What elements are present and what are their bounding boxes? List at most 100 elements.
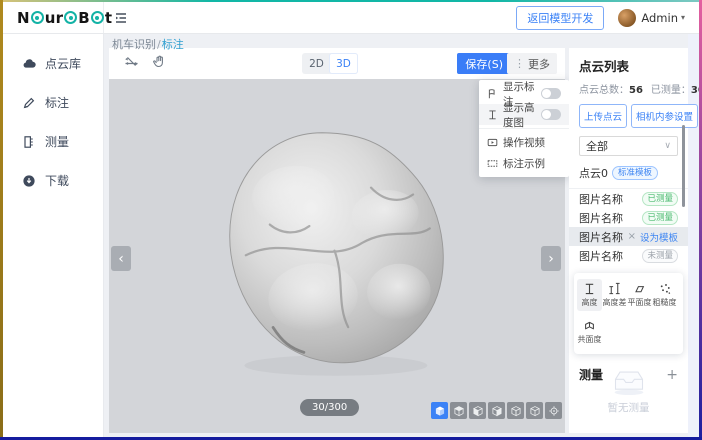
measured-badge: 已测量 — [642, 192, 678, 206]
rotate-move-icon[interactable] — [123, 54, 140, 73]
tool-height[interactable]: 高度 — [577, 279, 602, 311]
image-name: 图片名称 — [579, 210, 623, 226]
user-avatar[interactable] — [618, 9, 636, 27]
back-to-model-dev-button[interactable]: 返回模型开发 — [516, 6, 604, 30]
sidebar-item-measure[interactable]: 测量 — [3, 122, 103, 161]
menu-item-show-heightmap[interactable]: 显示高度图 — [479, 104, 569, 125]
close-icon[interactable]: × — [628, 231, 636, 242]
image-list-item[interactable]: 图片名称 未测量 — [569, 246, 688, 265]
mode-3d-button[interactable]: 3D — [330, 54, 357, 73]
view-orientation-buttons — [431, 402, 562, 419]
panel-title: 点云列表 — [579, 56, 678, 75]
image-list-item[interactable]: 图片名称 已测量 — [569, 208, 688, 227]
filter-select[interactable]: 全部 ∨ — [579, 136, 678, 156]
pagination-indicator: 30/300 — [300, 399, 359, 416]
height-icon — [583, 282, 596, 295]
measured-label: 已测量： — [651, 85, 691, 96]
prev-image-button[interactable]: ‹ — [111, 246, 131, 271]
brand-letter: t — [105, 9, 112, 27]
set-as-template-link[interactable]: 设为模板 — [640, 230, 678, 244]
menu-item-tutorial-video[interactable]: 操作视频 — [479, 132, 569, 153]
view-top-button[interactable] — [450, 402, 467, 419]
mode-2d-button[interactable]: 2D — [303, 54, 330, 73]
image-list-item[interactable]: 图片名称 已测量 — [569, 189, 688, 208]
next-image-button[interactable]: › — [541, 246, 561, 271]
pointcloud-item[interactable]: 点云0 标准模板 — [579, 165, 678, 181]
screenshot-border — [0, 0, 702, 2]
total-label: 点云总数： — [579, 85, 629, 96]
more-label: 更多 — [528, 56, 550, 72]
tool-label: 共面度 — [578, 334, 602, 345]
viewer-card: 2D 3D 保存(S) ⋮ 更多 显示标注 显示高度图 — [109, 48, 565, 433]
collapse-menu-icon[interactable] — [114, 11, 128, 25]
camera-intrinsics-button[interactable]: 相机内参设置 — [631, 104, 698, 128]
left-sidebar: 点云库 标注 测量 下载 — [3, 34, 104, 437]
user-menu[interactable]: Admin ▾ — [641, 11, 685, 25]
cloud-icon — [22, 57, 36, 71]
panel-stats: 点云总数：56 已测量：30 — [579, 81, 678, 96]
brand-letter: N — [17, 9, 30, 27]
logo-container: NurBt — [3, 2, 104, 33]
view-front-button[interactable] — [469, 402, 486, 419]
sidebar-item-label: 下载 — [45, 172, 69, 189]
view-left-button[interactable] — [526, 402, 543, 419]
view-back-button[interactable] — [507, 402, 524, 419]
breadcrumb-parent[interactable]: 机车识别 — [112, 38, 156, 51]
sidebar-item-label: 标注 — [45, 94, 69, 111]
recenter-button[interactable] — [545, 402, 562, 419]
tool-label: 粗糙度 — [653, 297, 677, 308]
height-diff-icon — [608, 282, 621, 295]
menu-item-label: 操作视频 — [503, 135, 545, 150]
tool-label: 高度差 — [603, 297, 627, 308]
screenshot-border — [0, 0, 3, 440]
gear-icon — [31, 11, 44, 24]
total-value: 56 — [629, 85, 643, 96]
sidebar-item-annotation[interactable]: 标注 — [3, 83, 103, 122]
gear-icon — [91, 11, 104, 24]
more-dots-icon: ⋮ — [514, 57, 525, 70]
download-icon — [22, 174, 36, 188]
brand-logo: NurBt — [17, 9, 112, 27]
image-name: 图片名称 — [579, 248, 623, 264]
ruler-icon — [22, 135, 36, 149]
top-header: NurBt 返回模型开发 Admin ▾ — [3, 2, 699, 34]
tool-label: 高度 — [582, 297, 598, 308]
viewer-toolbar: 2D 3D 保存(S) ⋮ 更多 — [109, 48, 565, 79]
view-right-button[interactable] — [488, 402, 505, 419]
menu-item-annotation-example[interactable]: 标注示例 — [479, 153, 569, 174]
flag-icon — [487, 88, 498, 99]
tool-coplanarity[interactable]: 共面度 — [577, 316, 602, 348]
empty-state-text: 暂无测量 — [608, 400, 650, 415]
measure-tools-popover: 高度 高度差 平面度 粗糙度 共面度 — [574, 273, 683, 354]
pointcloud-name: 点云0 — [579, 165, 608, 181]
unmeasured-badge: 未测量 — [642, 249, 678, 263]
image-list-item-selected[interactable]: 图片名称 × 设为模板 — [569, 227, 688, 246]
tool-flatness[interactable]: 平面度 — [627, 279, 652, 311]
pointcloud-list-panel: 点云列表 点云总数：56 已测量：30 上传点云 相机内参设置 全部 ∨ 点云0… — [569, 48, 688, 433]
caret-down-icon: ▾ — [681, 13, 685, 22]
breadcrumb: 机车识别/标注 — [112, 36, 184, 52]
more-dropdown-menu: 显示标注 显示高度图 操作视频 标注示例 — [479, 80, 569, 177]
tooth-3d-model — [194, 91, 474, 401]
tool-height-diff[interactable]: 高度差 — [602, 279, 627, 311]
template-badge: 标准模板 — [612, 166, 658, 180]
sidebar-item-download[interactable]: 下载 — [3, 161, 103, 200]
show-heightmap-toggle[interactable] — [541, 109, 561, 120]
sidebar-item-pointcloud-library[interactable]: 点云库 — [3, 44, 103, 83]
filter-value: 全部 — [586, 138, 608, 154]
more-button[interactable]: ⋮ 更多 — [507, 53, 557, 74]
sample-rect-icon — [487, 158, 498, 169]
flatness-icon — [633, 282, 646, 295]
tool-roughness[interactable]: 粗糙度 — [652, 279, 677, 311]
pan-hand-icon[interactable] — [152, 54, 167, 73]
view-iso-button[interactable] — [431, 402, 448, 419]
save-button[interactable]: 保存(S) — [457, 53, 511, 74]
tool-label: 平面度 — [628, 297, 652, 308]
brand-letter: ur — [45, 9, 63, 27]
username: Admin — [641, 11, 678, 25]
list-scrollbar-thumb[interactable] — [682, 125, 685, 207]
view-mode-toggle: 2D 3D — [302, 53, 358, 74]
upload-pointcloud-button[interactable]: 上传点云 — [579, 104, 627, 128]
show-annotations-toggle[interactable] — [541, 88, 561, 99]
sidebar-item-label: 点云库 — [45, 55, 81, 72]
